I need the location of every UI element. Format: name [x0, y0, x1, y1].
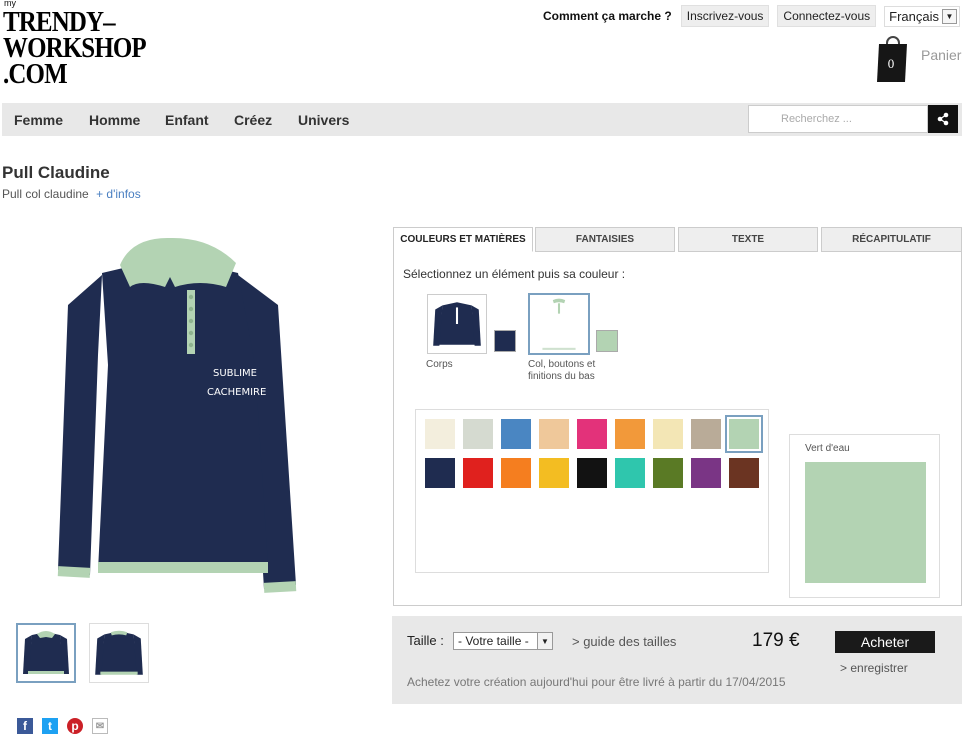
selected-color-swatch [805, 462, 926, 583]
color-swatch[interactable] [691, 458, 721, 488]
element-col-label: Col, boutons et finitions du bas [528, 359, 596, 382]
color-swatch[interactable] [653, 458, 683, 488]
more-info-link[interactable]: + d'infos [96, 187, 141, 201]
chevron-down-icon: ▼ [942, 8, 957, 24]
color-swatch[interactable] [425, 458, 455, 488]
color-swatch[interactable] [615, 458, 645, 488]
color-swatch[interactable] [501, 458, 531, 488]
thumbnail-front[interactable] [16, 623, 76, 683]
embroidery-line-2: CACHEMIRE [207, 387, 266, 398]
login-button[interactable]: Connectez-vous [777, 5, 877, 27]
email-icon[interactable]: ✉ [92, 718, 108, 734]
color-swatch[interactable] [539, 419, 569, 449]
selected-color-name: Vert d'eau [805, 443, 850, 454]
element-corps-label: Corps [426, 359, 453, 370]
delivery-note: Achetez votre création aujourd'hui pour … [407, 675, 786, 689]
site-logo[interactable]: my TRENDY– WORKSHOP .COM [3, 0, 163, 92]
color-swatch[interactable] [425, 419, 455, 449]
purchase-bar [392, 616, 962, 704]
element-col-color [596, 330, 618, 352]
pinterest-icon[interactable]: p [67, 718, 83, 734]
element-col-image [542, 298, 576, 350]
language-select[interactable]: Français ▼ [884, 5, 960, 27]
color-swatch[interactable] [691, 419, 721, 449]
search-icon [937, 112, 949, 126]
size-select[interactable]: - Votre taille - ▼ [453, 632, 553, 650]
product-image: SUBLIME CACHEMIRE [57, 237, 297, 593]
save-link[interactable]: > enregistrer [840, 661, 908, 675]
tab-recapitulatif[interactable]: RÉCAPITULATIF [821, 227, 962, 252]
nav-item-enfant[interactable]: Enfant [165, 112, 209, 128]
product-subtitle-text: Pull col claudine [2, 187, 89, 201]
product-subtitle: Pull col claudine + d'infos [2, 187, 141, 201]
tab-texte[interactable]: TEXTE [678, 227, 818, 252]
page-title: Pull Claudine [2, 163, 110, 182]
element-corps-image [433, 302, 481, 346]
tab-fantaisies[interactable]: FANTAISIES [535, 227, 675, 252]
color-swatch[interactable] [653, 419, 683, 449]
color-swatch[interactable] [615, 419, 645, 449]
product-price: 179 € [752, 630, 800, 651]
size-select-value: - Votre taille - [458, 634, 529, 648]
element-col[interactable] [528, 293, 590, 355]
social-links: f t p ✉ [17, 718, 117, 734]
facebook-icon[interactable]: f [17, 718, 33, 734]
nav-item-homme[interactable]: Homme [89, 112, 140, 128]
search-input[interactable]: Recherchez ... [748, 105, 928, 133]
nav-item-femme[interactable]: Femme [14, 112, 63, 128]
signup-button[interactable]: Inscrivez-vous [680, 5, 770, 27]
color-preview: Vert d'eau [789, 434, 940, 598]
color-swatch[interactable] [463, 458, 493, 488]
buy-button[interactable]: Acheter [835, 631, 935, 653]
element-corps-color [494, 330, 516, 352]
cart-label[interactable]: Panier [921, 47, 961, 63]
thumbnail-front-image [23, 631, 69, 674]
color-swatch[interactable] [539, 458, 569, 488]
size-guide-link[interactable]: > guide des tailles [572, 634, 676, 649]
language-value: Français [889, 8, 939, 24]
header-links: Comment ça marche ? Inscrivez-vous Conne… [543, 5, 960, 27]
tab-colors[interactable]: COULEURS ET MATIÈRES [393, 227, 533, 252]
nav-item-univers[interactable]: Univers [298, 112, 349, 128]
color-swatch[interactable] [725, 415, 763, 453]
customizer-instruction: Sélectionnez un élément puis sa couleur … [403, 267, 626, 281]
how-it-works-link[interactable]: Comment ça marche ? [543, 9, 672, 23]
color-swatch[interactable] [463, 419, 493, 449]
chevron-down-icon: ▼ [537, 633, 552, 649]
size-label: Taille : [407, 633, 444, 648]
embroidery-line-1: SUBLIME [213, 368, 257, 379]
nav-item-creez[interactable]: Créez [234, 112, 272, 128]
color-swatch[interactable] [501, 419, 531, 449]
twitter-icon[interactable]: t [42, 718, 58, 734]
thumbnail-back[interactable] [89, 623, 149, 683]
color-swatch[interactable] [577, 419, 607, 449]
search-button[interactable] [928, 105, 958, 133]
cart-count: 0 [887, 56, 895, 71]
customizer-tabs: COULEURS ET MATIÈRES FANTAISIES TEXTE RÉ… [393, 227, 962, 252]
color-swatch[interactable] [577, 458, 607, 488]
cart-button[interactable]: 0 [876, 36, 910, 82]
color-swatch[interactable] [729, 458, 759, 488]
logo-line-3: .COM [3, 58, 68, 90]
thumbnail-back-image [95, 630, 143, 675]
element-corps[interactable] [427, 294, 487, 354]
